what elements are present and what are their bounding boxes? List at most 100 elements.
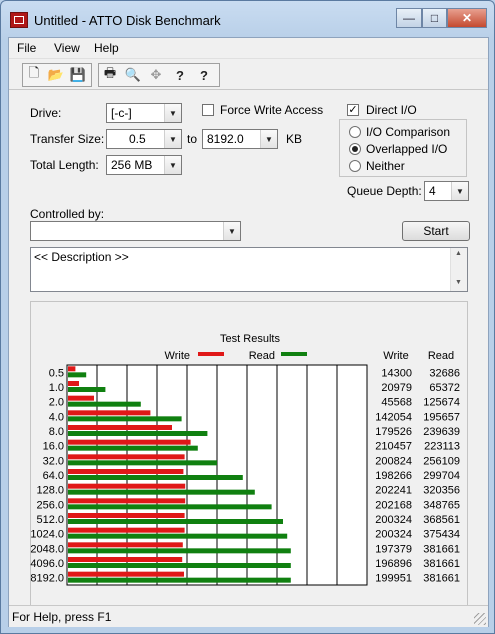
- write-value: 199951: [375, 573, 412, 585]
- direct-io-checkbox[interactable]: ✓: [347, 104, 359, 116]
- write-value: 200324: [375, 514, 412, 526]
- menu-bar: File View Help: [9, 38, 488, 59]
- category-label: 1024.0: [30, 529, 64, 541]
- direct-io-label: Direct I/O: [366, 103, 417, 117]
- description-scrollbar[interactable]: ▲ ▼: [450, 248, 467, 291]
- write-bar: [68, 513, 185, 518]
- read-value: 65372: [429, 382, 460, 394]
- results-chart: Test ResultsWriteReadWriteRead0501001502…: [30, 331, 460, 586]
- write-value: 196896: [375, 558, 412, 570]
- help-icon[interactable]: ?: [169, 64, 191, 86]
- queue-depth-select[interactable]: 4 ▼: [424, 181, 469, 201]
- read-value: 32686: [429, 367, 460, 379]
- description-box[interactable]: << Description >> ▲ ▼: [30, 247, 468, 292]
- scroll-down-icon[interactable]: ▼: [455, 279, 462, 286]
- read-value: 299704: [423, 470, 460, 482]
- resize-grip[interactable]: [474, 613, 486, 625]
- save-icon[interactable]: 💾: [67, 64, 89, 86]
- toolbar-file-group: 🗋 📂 💾: [22, 63, 92, 87]
- category-label: 512.0: [36, 514, 64, 526]
- to-label: to: [187, 132, 198, 146]
- read-bar: [68, 563, 291, 568]
- title-bar[interactable]: Untitled - ATTO Disk Benchmark — □ ✕: [1, 1, 494, 37]
- read-bar: [68, 372, 87, 378]
- read-value: 195657: [423, 411, 460, 423]
- category-label: 0.5: [49, 367, 64, 379]
- write-bar: [68, 381, 79, 386]
- category-label: 4096.0: [30, 558, 64, 570]
- print-preview-icon[interactable]: 🔍: [122, 64, 144, 86]
- read-value: 348765: [423, 499, 460, 511]
- category-label: 32.0: [43, 455, 64, 467]
- chevron-down-icon: ▼: [164, 130, 181, 148]
- write-value: 200324: [375, 529, 412, 541]
- transfer-from-select[interactable]: 0.5 ▼: [106, 129, 182, 149]
- write-value: 198266: [375, 470, 412, 482]
- read-bar: [68, 460, 217, 466]
- write-value: 45568: [381, 397, 412, 409]
- status-text: For Help, press F1: [12, 610, 112, 624]
- read-value: 381661: [423, 558, 460, 570]
- menu-view[interactable]: View: [54, 41, 80, 55]
- read-bar: [68, 577, 291, 583]
- transfer-to-select[interactable]: 8192.0 ▼: [202, 129, 278, 149]
- chevron-down-icon: ▼: [223, 222, 240, 240]
- read-value: 125674: [423, 397, 460, 409]
- maximize-button[interactable]: □: [422, 8, 447, 28]
- force-write-label: Force Write Access: [220, 103, 324, 117]
- read-bar: [68, 431, 208, 436]
- controlled-by-select[interactable]: ▼: [30, 221, 241, 241]
- queue-depth-value: 4: [429, 184, 436, 198]
- read-bar: [68, 519, 283, 524]
- read-bar: [68, 548, 291, 554]
- move-icon[interactable]: ✥: [145, 64, 167, 86]
- legend-read-label: Read: [249, 350, 275, 362]
- read-bar: [68, 533, 288, 539]
- kb-label: KB: [286, 132, 303, 146]
- chevron-down-icon: ▼: [451, 182, 468, 200]
- open-icon[interactable]: 📂: [45, 64, 67, 86]
- menu-file[interactable]: File: [17, 41, 36, 55]
- overlapped-io-label: Overlapped I/O: [366, 142, 448, 156]
- overlapped-io-radio[interactable]: [349, 143, 361, 155]
- read-bar: [68, 416, 182, 422]
- write-bar: [68, 557, 183, 562]
- neither-radio[interactable]: [349, 160, 361, 172]
- chevron-down-icon: ▼: [260, 130, 277, 148]
- drive-select[interactable]: [-c-] ▼: [106, 103, 182, 123]
- category-label: 64.0: [43, 470, 64, 482]
- category-label: 2048.0: [30, 543, 64, 555]
- read-value: 375434: [423, 529, 460, 541]
- category-label: 4.0: [49, 411, 64, 423]
- queue-depth-label: Queue Depth:: [347, 184, 422, 198]
- read-bar: [68, 445, 198, 451]
- write-bar: [68, 527, 185, 533]
- category-label: 1.0: [49, 382, 64, 394]
- legend-read-swatch: [281, 352, 307, 356]
- write-value: 202241: [375, 485, 412, 497]
- scroll-up-icon[interactable]: ▲: [455, 250, 462, 257]
- write-value: 14300: [381, 367, 412, 379]
- total-length-select[interactable]: 256 MB ▼: [106, 155, 182, 175]
- chevron-down-icon: ▼: [164, 104, 181, 122]
- read-bar: [68, 475, 243, 480]
- drive-value: [-c-]: [111, 106, 132, 120]
- io-comparison-radio[interactable]: [349, 126, 361, 138]
- new-icon[interactable]: 🗋: [23, 64, 45, 86]
- io-comparison-label: I/O Comparison: [366, 125, 451, 139]
- menu-help[interactable]: Help: [94, 41, 119, 55]
- start-button[interactable]: Start: [402, 221, 470, 241]
- read-value: 381661: [423, 543, 460, 555]
- write-column-header: Write: [383, 350, 408, 362]
- print-icon[interactable]: 🖶: [99, 64, 121, 86]
- write-value: 197379: [375, 543, 412, 555]
- close-button[interactable]: ✕: [447, 8, 487, 28]
- app-window: Untitled - ATTO Disk Benchmark — □ ✕ Fil…: [0, 0, 495, 634]
- context-help-icon[interactable]: ?: [193, 64, 215, 86]
- minimize-button[interactable]: —: [396, 8, 422, 28]
- force-write-checkbox[interactable]: [202, 104, 214, 116]
- write-bar: [68, 410, 151, 416]
- neither-label: Neither: [366, 159, 405, 173]
- write-bar: [68, 366, 76, 372]
- status-bar: For Help, press F1: [9, 605, 488, 627]
